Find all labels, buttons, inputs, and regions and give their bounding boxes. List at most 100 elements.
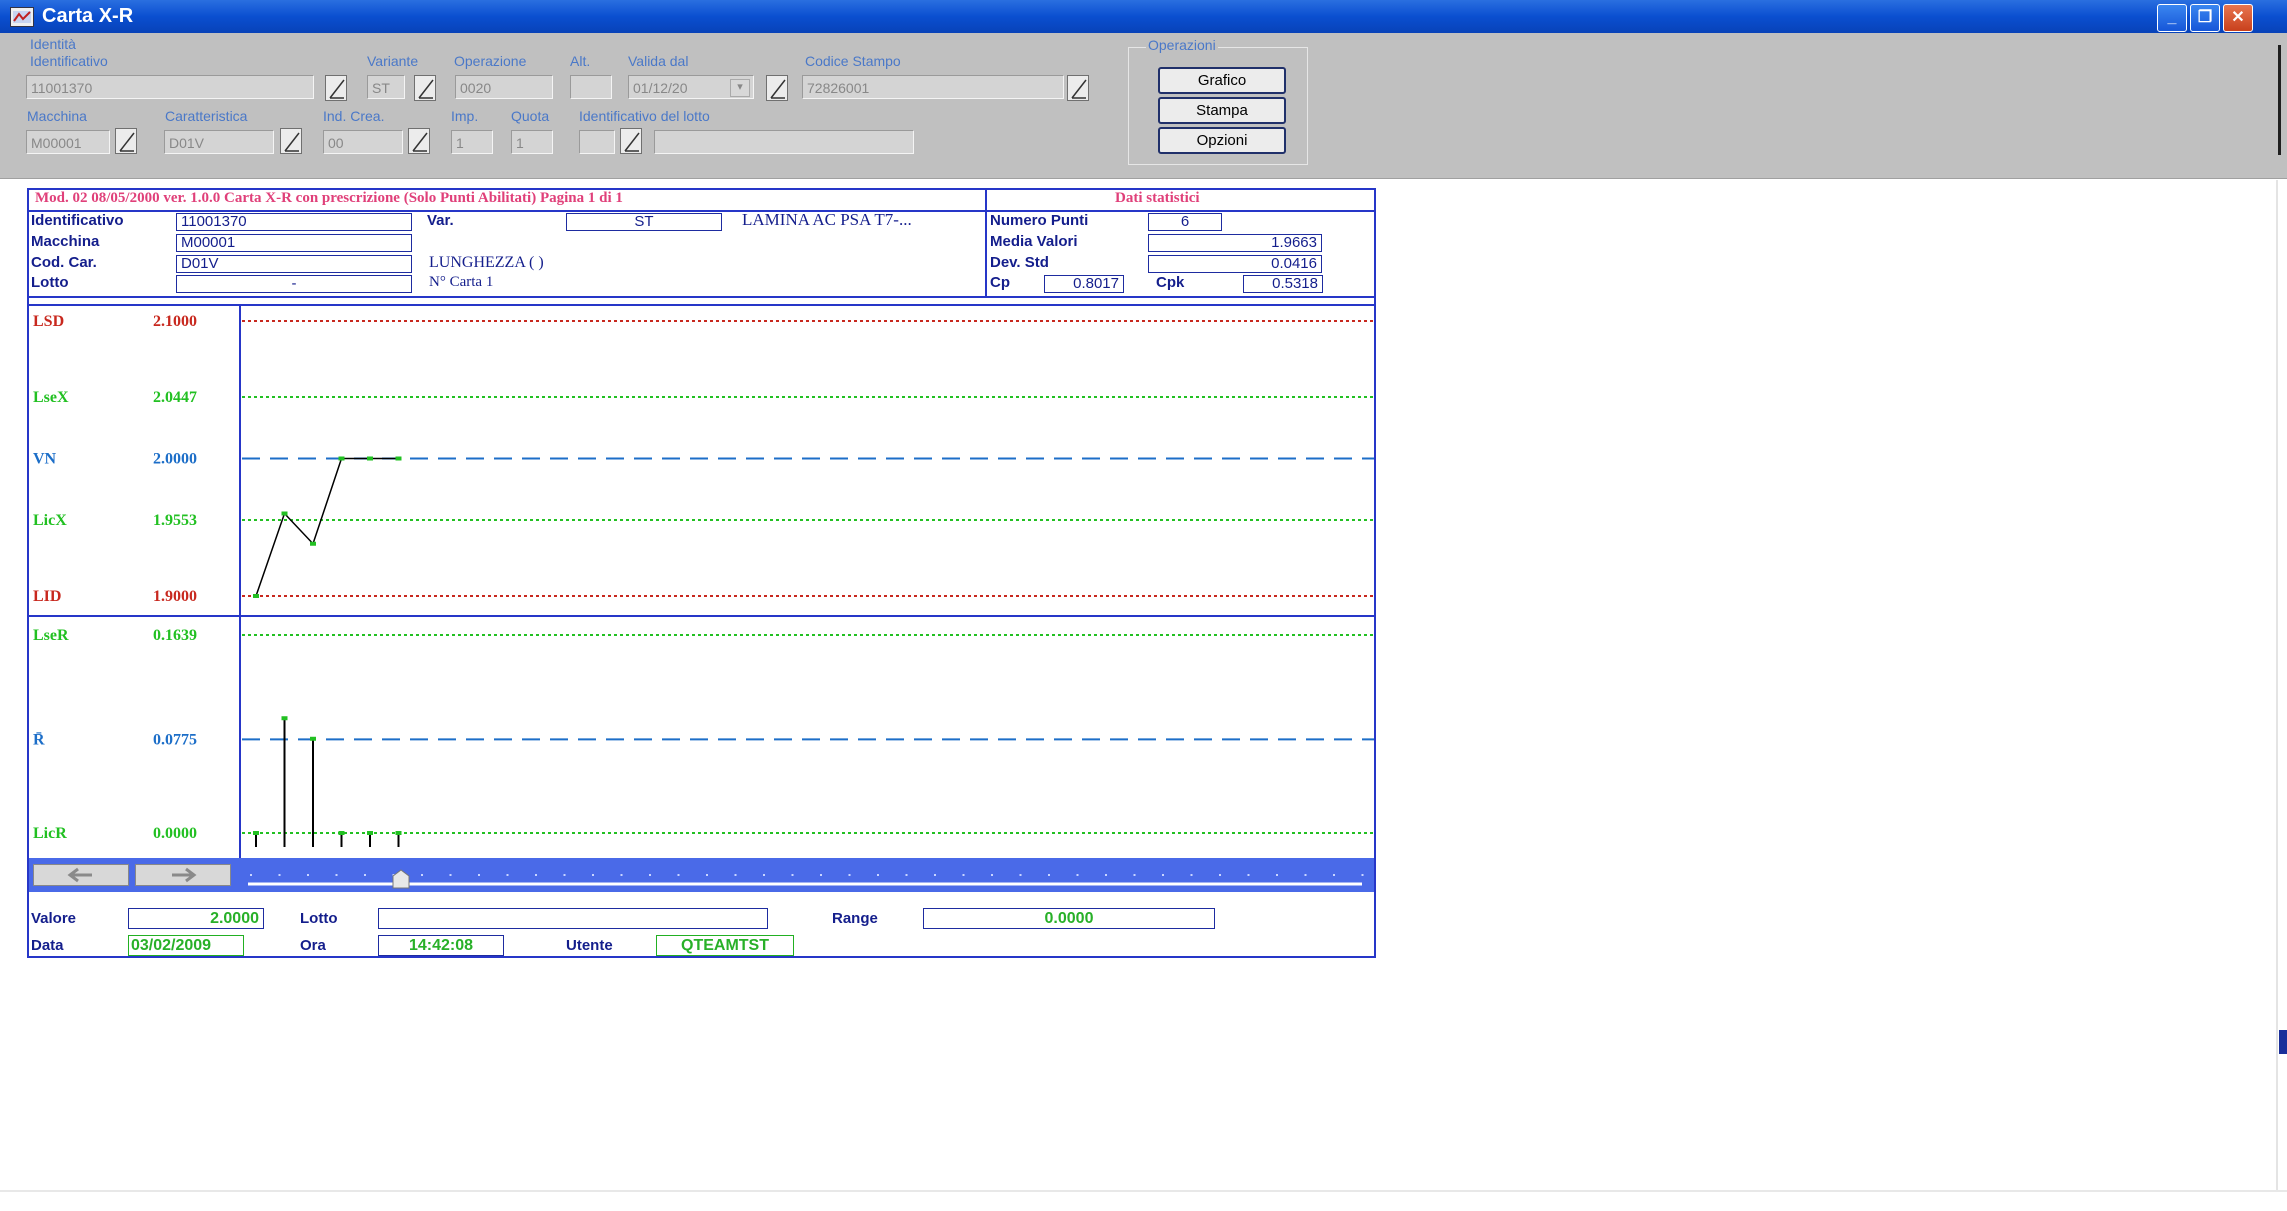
slider-tick: [706, 874, 708, 876]
slider-tick: [506, 874, 509, 876]
lotto-description-field[interactable]: [654, 130, 914, 154]
next-point-button[interactable]: [135, 864, 231, 886]
lotto-footer-label: Lotto: [300, 910, 338, 927]
identificativo-lotto-label: Identificativo del lotto: [579, 108, 710, 124]
range-value: 0.0000: [923, 908, 1215, 929]
identificativo-lotto-field[interactable]: [579, 130, 615, 154]
cod-car-value: D01V: [176, 255, 412, 273]
ora-label: Ora: [300, 937, 326, 954]
cod-car-label: Cod. Car.: [31, 254, 97, 271]
grafico-button[interactable]: Grafico: [1158, 67, 1286, 94]
macchina-report-label: Macchina: [31, 233, 100, 250]
ora-value: 14:42:08: [378, 935, 504, 956]
lotto-report-label: Lotto: [31, 274, 69, 291]
right-scroll-edge: [2276, 180, 2278, 1190]
limit-name-label: LicR: [33, 825, 67, 842]
alt-field[interactable]: [570, 75, 612, 99]
identificativo-report-label: Identificativo: [31, 212, 124, 229]
window-edge: [2278, 45, 2281, 155]
point-slider[interactable]: [240, 860, 1368, 890]
slider-tick: [1333, 874, 1335, 876]
minimize-button[interactable]: _: [2157, 4, 2187, 32]
limit-name-label: LID: [33, 588, 61, 605]
lookup-icon: [418, 79, 434, 99]
slider-tick: [421, 874, 423, 876]
cpk-label: Cpk: [1156, 274, 1185, 291]
identificativo-lotto-lookup-button[interactable]: [620, 128, 642, 154]
limit-value-label: 0.1639: [153, 627, 197, 644]
caratteristica-field[interactable]: D01V: [164, 130, 274, 154]
limit-name-label: LseR: [33, 627, 69, 644]
slider-tick: [649, 874, 651, 876]
close-button[interactable]: ✕: [2223, 4, 2253, 32]
slider-tick: [563, 874, 566, 876]
limit-name-label: R̄: [33, 730, 45, 749]
utente-value: QTEAMTST: [656, 935, 794, 956]
operazione-field[interactable]: 0020: [455, 75, 553, 99]
slider-tick: [1019, 874, 1022, 876]
valida-dal-value: 01/12/20: [633, 80, 688, 96]
lotto-report-value: -: [176, 275, 412, 293]
valida-dal-lookup-button[interactable]: [766, 75, 788, 101]
range-point: [253, 831, 259, 835]
media-valori-label: Media Valori: [990, 233, 1078, 250]
variante-field[interactable]: ST: [367, 75, 405, 99]
imp-field[interactable]: 1: [451, 130, 493, 154]
slider-tick: [877, 874, 879, 876]
variante-label: Variante: [367, 53, 419, 69]
slider-tick: [1276, 874, 1278, 876]
slider-tick: [1304, 874, 1307, 876]
valore-value: 2.0000: [128, 908, 264, 929]
control-charts: LSD 2.1000 LseX 2.0447 VN 2.0000 LicX 1.9553 LID…: [27, 305, 1376, 858]
slider-tick: [592, 874, 594, 876]
range-label: Range: [832, 910, 878, 927]
restore-button[interactable]: ❐: [2190, 4, 2220, 32]
cpk-value: 0.5318: [1243, 275, 1323, 293]
identificativo-report-value: 11001370: [176, 213, 412, 231]
range-point: [395, 831, 402, 835]
xbar-point: [281, 511, 288, 516]
lookup-icon: [119, 132, 135, 152]
data-value: 03/02/2009: [128, 935, 244, 956]
range-point: [281, 716, 288, 721]
header-rule: [27, 210, 1376, 212]
valida-dal-label: Valida dal: [628, 53, 689, 69]
variante-lookup-button[interactable]: [414, 75, 436, 101]
ind-crea-lookup-button[interactable]: [408, 128, 430, 154]
previous-point-button[interactable]: [33, 864, 129, 886]
limit-value-label: 1.9000: [153, 588, 197, 605]
identificativo-field[interactable]: 11001370: [26, 75, 314, 99]
slider-tick: [1105, 874, 1107, 876]
caratteristica-lookup-button[interactable]: [280, 128, 302, 154]
identita-group-label: Identità: [30, 36, 76, 52]
stampa-button[interactable]: Stampa: [1158, 97, 1286, 124]
slider-tick: [335, 874, 338, 876]
macchina-lookup-button[interactable]: [115, 128, 137, 154]
header-divider: [985, 188, 987, 298]
codice-stampo-field[interactable]: 72826001: [802, 75, 1064, 99]
lookup-icon: [329, 79, 345, 99]
valida-dal-select[interactable]: 01/12/20 ▾: [628, 75, 754, 99]
slider-tick: [620, 874, 623, 876]
opzioni-button[interactable]: Opzioni: [1158, 127, 1286, 154]
arrow-right-icon: [172, 867, 197, 883]
cp-label: Cp: [990, 274, 1010, 291]
lotto-footer-value: [378, 908, 768, 929]
xbar-series-line: [255, 457, 399, 597]
ind-crea-field[interactable]: 00: [323, 130, 403, 154]
limit-value-label: 2.0447: [153, 389, 197, 406]
chevron-down-icon[interactable]: ▾: [730, 79, 750, 97]
identificativo-label: Identificativo: [30, 53, 108, 69]
range-point: [338, 831, 345, 835]
lookup-icon: [624, 132, 640, 152]
identificativo-lookup-button[interactable]: [325, 75, 347, 101]
info-rule: [27, 296, 1376, 298]
xbar-point: [310, 541, 316, 546]
var-value: ST: [566, 213, 722, 231]
slider-tick: [1219, 874, 1221, 876]
macchina-field[interactable]: M00001: [26, 130, 110, 154]
quota-field[interactable]: 1: [511, 130, 553, 154]
operazioni-label: Operazioni: [1146, 37, 1218, 53]
limit-name-label: LSD: [33, 313, 64, 330]
codice-stampo-lookup-button[interactable]: [1067, 75, 1089, 101]
